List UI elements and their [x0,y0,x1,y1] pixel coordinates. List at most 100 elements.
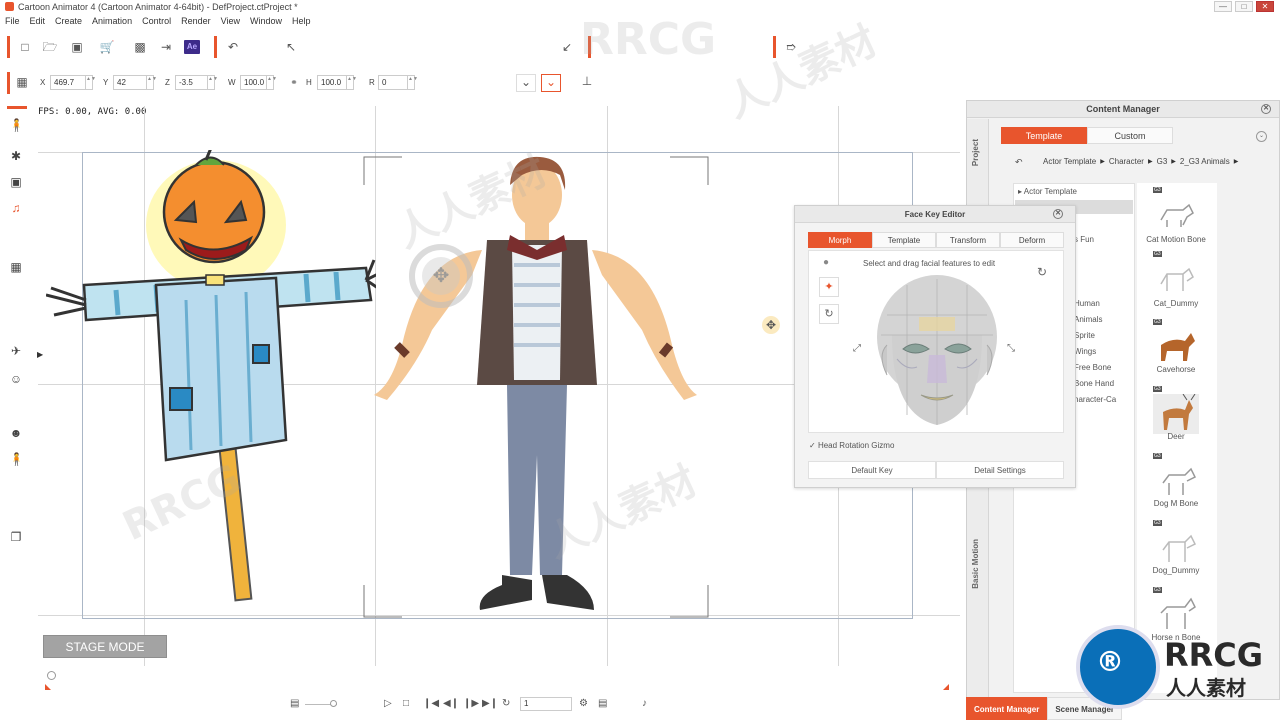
bone-edit-icon[interactable]: 🧍 [9,118,24,132]
x-spinner[interactable]: ▲▼ [86,75,96,90]
timeline-icon[interactable]: ▤ [290,698,299,709]
breadcrumb-item[interactable]: G3 [1157,157,1168,168]
boy-character[interactable] [362,155,712,620]
align-bottom-icon[interactable]: ⊥ [579,74,595,88]
undo-icon[interactable]: ↶ [225,40,241,54]
y-spinner[interactable]: ▲▼ [147,75,157,90]
after-effects-icon[interactable]: Ae [184,40,200,54]
audio-icon[interactable]: ♫ [9,201,23,215]
menu-create[interactable]: Create [50,15,87,29]
menu-window[interactable]: Window [245,15,287,29]
side-tab-project[interactable]: Project [971,139,980,166]
lock-ratio-icon[interactable]: ⚭ [286,75,302,89]
h-spinner[interactable]: ▲▼ [347,75,357,90]
rotate-tool-icon[interactable]: ↻ [819,304,839,324]
onion-skin-icon[interactable]: ▤ [598,698,607,709]
menu-file[interactable]: File [0,15,25,29]
breadcrumb-item[interactable]: Character [1109,157,1144,168]
last-frame-icon[interactable]: ▶❙ [482,698,498,709]
open-folder-icon[interactable]: 🗁 [42,40,58,54]
menu-animation[interactable]: Animation [87,15,137,29]
x-field[interactable]: 469.7 [50,75,86,90]
back-icon[interactable]: ↶ [1015,157,1023,168]
head-turn-icon[interactable]: ☻ [9,426,23,440]
close-icon[interactable]: ✕ [1053,209,1063,219]
head-rotation-option[interactable]: ✓ Head Rotation Gizmo [809,441,894,450]
checkbox-icon[interactable]: ✓ [809,441,816,450]
close-icon[interactable]: ✕ [1261,104,1271,114]
tab-template[interactable]: Template [1001,127,1087,144]
layer-icon[interactable]: ❐ [9,530,23,544]
z-spinner[interactable]: ▲▼ [208,75,218,90]
frame-number-field[interactable]: 1 [520,697,572,711]
menu-render[interactable]: Render [176,15,216,29]
grid-layout-icon[interactable]: ▦ [9,260,23,274]
w-field[interactable]: 100.0 [240,75,267,90]
maximize-button[interactable]: □ [1235,1,1253,12]
tree-item[interactable]: Bone Hand [1074,379,1114,388]
tree-item[interactable]: Animals [1074,315,1102,324]
tree-item[interactable]: Sprite [1074,331,1095,340]
select-arrow-icon[interactable]: ↖ [283,40,299,54]
pivot-gizmo-icon[interactable]: ✥ [762,316,780,334]
expand-left-icon[interactable]: ⤢ [853,343,861,354]
pin-icon[interactable]: ● [823,257,829,268]
tree-item[interactable]: ▸ Actor Template [1018,187,1077,196]
stop-icon[interactable]: □ [403,698,409,709]
default-key-button[interactable]: Default Key [808,461,936,479]
refresh-icon[interactable]: ↻ [1037,265,1047,279]
breadcrumb-item[interactable]: 2_G3 Animals [1180,157,1230,168]
curve-smooth-icon[interactable]: ⌄ [516,74,536,92]
tab-transform[interactable]: Transform [936,232,1000,248]
menu-edit[interactable]: Edit [25,15,51,29]
sprite-editor-icon[interactable]: ▣ [9,175,23,189]
detail-settings-button[interactable]: Detail Settings [936,461,1064,479]
motion-pilot-icon[interactable]: ✈ [9,344,23,358]
settings-gear-icon[interactable]: ⚙ [579,698,588,709]
loop-icon[interactable]: ↻ [502,698,510,709]
tree-item[interactable]: Free Bone [1074,363,1111,372]
menu-view[interactable]: View [216,15,245,29]
r-spinner[interactable]: ▲▼ [408,75,418,90]
audio-note-icon[interactable]: ♪ [642,698,647,709]
tab-deform[interactable]: Deform [1000,232,1064,248]
collapse-arrow-icon[interactable]: ▶ [37,350,43,359]
move-arrows-icon[interactable]: ✥ [422,257,460,295]
w-spinner[interactable]: ▲▼ [267,75,277,90]
export-icon[interactable]: ⇥ [158,40,174,54]
z-field[interactable]: -3.5 [175,75,208,90]
new-file-icon[interactable]: □ [17,40,33,54]
breadcrumb-item[interactable]: Actor Template [1043,157,1096,168]
tab-custom[interactable]: Custom [1087,127,1173,144]
previous-frame-icon[interactable]: ◀❙ [443,698,459,709]
play-icon[interactable]: ▷ [384,698,392,709]
scarecrow-character[interactable] [46,150,376,610]
volume-slider-thumb[interactable] [330,700,337,707]
stage-mode-button[interactable]: STAGE MODE [43,635,167,658]
close-button[interactable]: ✕ [1256,1,1274,12]
morph-select-tool-icon[interactable]: ✦ [819,277,839,297]
reset-transform-icon[interactable]: ↙ [559,40,575,54]
next-frame-icon[interactable]: ❙▶ [463,698,479,709]
face-head-model[interactable] [867,275,1007,431]
tab-morph[interactable]: Morph [808,232,872,248]
puppet-icon[interactable]: ✱ [9,149,23,163]
r-field[interactable]: 0 [378,75,408,90]
import-icon[interactable]: ▩ [132,40,148,54]
expand-right-icon[interactable]: ⤡ [1007,343,1015,354]
menu-help[interactable]: Help [287,15,316,29]
menu-control[interactable]: Control [137,15,176,29]
save-icon[interactable]: ▣ [69,40,85,54]
y-field[interactable]: 42 [113,75,147,90]
link-icon[interactable]: ➱ [783,40,799,54]
h-field[interactable]: 100.0 [317,75,347,90]
shop-cart-icon[interactable]: 🛒 [99,40,115,54]
face-puppet-icon[interactable]: ☺ [9,372,23,386]
tree-item[interactable]: Wings [1074,347,1096,356]
tab-template[interactable]: Template [872,232,936,248]
grid-icon[interactable]: ▦ [14,75,30,89]
tree-item[interactable]: s Fun [1074,235,1094,244]
options-icon[interactable]: ⌄ [1256,131,1267,142]
tree-item[interactable]: haracter-Ca [1074,395,1116,404]
side-tab-basic-motion[interactable]: Basic Motion [971,539,980,589]
